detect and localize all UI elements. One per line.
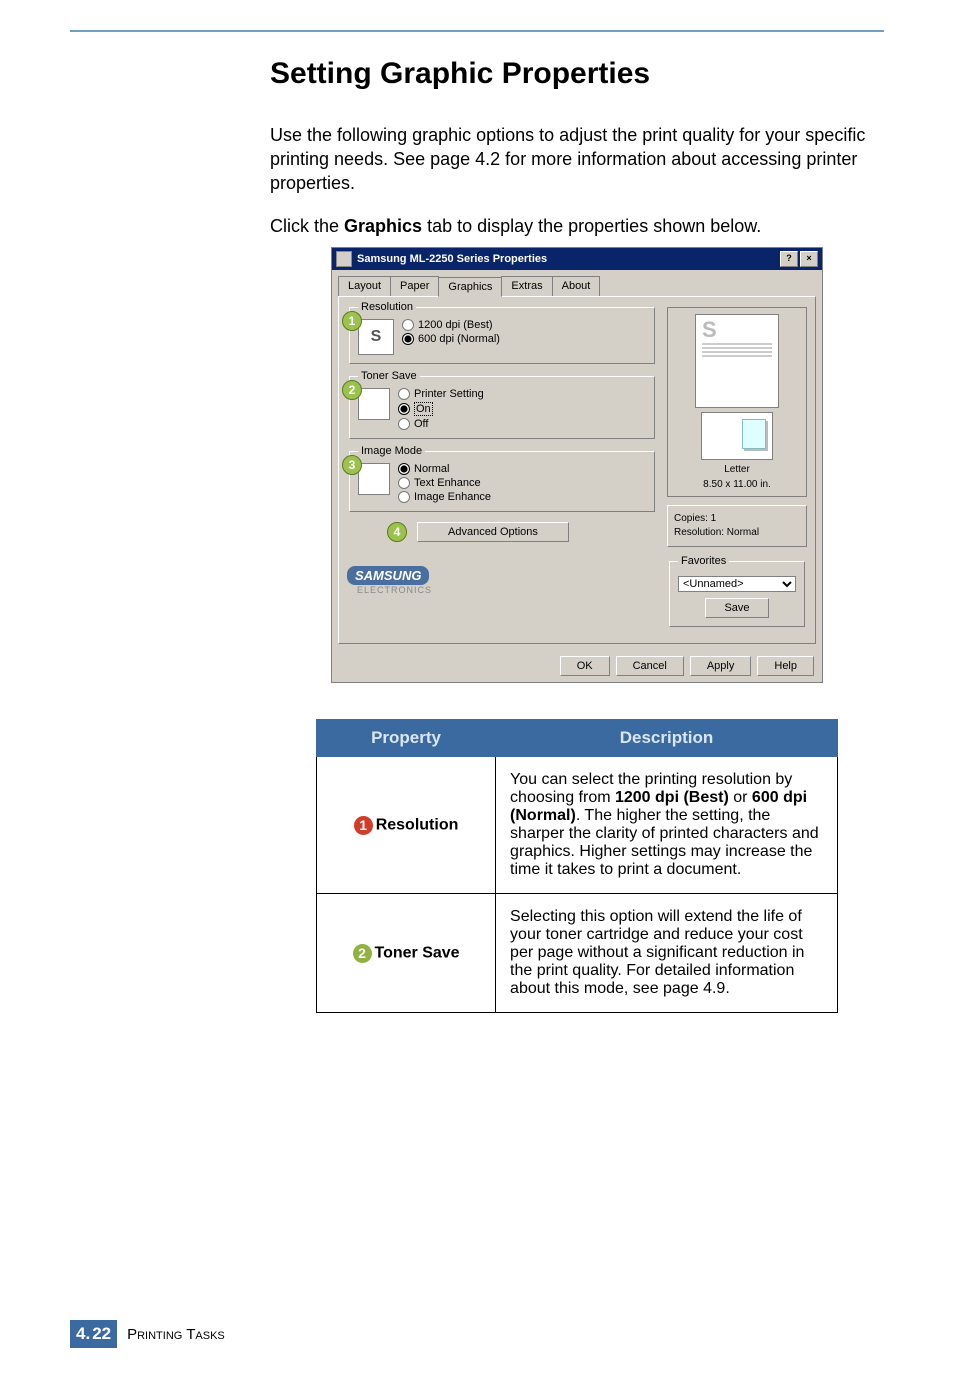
table-row: 1Resolution You can select the printing … (317, 757, 838, 894)
col-description: Description (496, 720, 838, 757)
ok-button[interactable]: OK (560, 656, 610, 676)
help-button[interactable]: ? (780, 251, 798, 267)
page-heading: Setting Graphic Properties (270, 57, 884, 91)
click-post: tab to display the properties shown belo… (422, 216, 761, 236)
toner-thumb-icon (358, 388, 390, 420)
legend-toner: Toner Save (358, 370, 420, 382)
col-property: Property (317, 720, 496, 757)
table-row: 2Toner Save Selecting this option will e… (317, 894, 838, 1013)
favorites-select[interactable]: <Unnamed> (678, 576, 796, 592)
dialog-panel: 1 Resolution S 1200 dpi (Best) 600 dpi (… (338, 296, 816, 644)
radio-off[interactable]: Off (398, 418, 484, 430)
tab-paper[interactable]: Paper (390, 276, 439, 296)
preview-paper-size: 8.50 x 11.00 in. (703, 479, 771, 490)
dialog-button-row: OK Cancel Apply Help (332, 650, 822, 682)
page-footer: 4.22 Printing Tasks (70, 1320, 225, 1348)
callout-3: 3 (342, 455, 362, 475)
samsung-sublogo: ELECTRONICS (357, 585, 657, 595)
advanced-options-button[interactable]: Advanced Options (417, 522, 569, 542)
resolution-thumb-icon: S (358, 319, 394, 355)
prop-resolution-desc: You can select the printing resolution b… (496, 757, 838, 894)
callout-4: 4 (387, 522, 407, 542)
preview-page-2 (701, 412, 773, 460)
row1-number-icon: 1 (354, 816, 373, 835)
prop-resolution-name: 1Resolution (317, 757, 496, 894)
radio-text-enhance[interactable]: Text Enhance (398, 477, 491, 489)
callout-1: 1 (342, 311, 362, 331)
close-button[interactable]: × (800, 251, 818, 267)
tab-graphics[interactable]: Graphics (438, 277, 502, 297)
table-header-row: Property Description (317, 720, 838, 757)
preview-info: Copies: 1 Resolution: Normal (667, 505, 807, 547)
group-resolution: 1 Resolution S 1200 dpi (Best) 600 dpi (… (349, 301, 655, 364)
properties-dialog: Samsung ML-2250 Series Properties ? × La… (331, 247, 823, 683)
favorites-save-button[interactable]: Save (705, 598, 768, 618)
radio-normal[interactable]: Normal (398, 463, 491, 475)
preview-copies: Copies: 1 (674, 512, 800, 526)
radio-600dpi[interactable]: 600 dpi (Normal) (402, 333, 500, 345)
tab-extras[interactable]: Extras (501, 276, 552, 296)
tab-about[interactable]: About (552, 276, 601, 296)
radio-printer-setting[interactable]: Printer Setting (398, 388, 484, 400)
samsung-logo: SAMSUNG (347, 566, 429, 585)
header-rule (70, 30, 884, 32)
click-instruction: Click the Graphics tab to display the pr… (270, 215, 884, 239)
click-pre: Click the (270, 216, 344, 236)
radio-image-enhance[interactable]: Image Enhance (398, 491, 491, 503)
legend-image-mode: Image Mode (358, 445, 425, 457)
callout-2: 2 (342, 380, 362, 400)
prop-toner-name: 2Toner Save (317, 894, 496, 1013)
dialog-title: Samsung ML-2250 Series Properties (357, 253, 547, 265)
preview-page-1: S (695, 314, 779, 408)
preview-area: S Letter 8.50 x 11.00 in. (667, 307, 807, 497)
preview-resolution: Resolution: Normal (674, 526, 800, 540)
app-icon (336, 251, 352, 267)
footer-section-label: Printing Tasks (127, 1326, 225, 1343)
prop-toner-desc: Selecting this option will extend the li… (496, 894, 838, 1013)
legend-resolution: Resolution (358, 301, 416, 313)
group-toner-save: 2 Toner Save Printer Setting On Off (349, 370, 655, 439)
tab-layout[interactable]: Layout (338, 276, 391, 296)
group-image-mode: 3 Image Mode Normal Text Enhance Image E… (349, 445, 655, 512)
group-favorites: Favorites <Unnamed> Save (669, 555, 805, 627)
image-mode-thumb-icon (358, 463, 390, 495)
row2-number-icon: 2 (353, 944, 372, 963)
apply-button[interactable]: Apply (690, 656, 752, 676)
help-dialog-button[interactable]: Help (757, 656, 814, 676)
tab-strip: Layout Paper Graphics Extras About (332, 270, 822, 296)
radio-1200dpi[interactable]: 1200 dpi (Best) (402, 319, 500, 331)
intro-paragraph: Use the following graphic options to adj… (270, 124, 884, 195)
dialog-titlebar: Samsung ML-2250 Series Properties ? × (332, 248, 822, 270)
click-bold: Graphics (344, 216, 422, 236)
radio-on[interactable]: On (398, 402, 484, 416)
preview-paper-name: Letter (724, 464, 750, 475)
property-table: Property Description 1Resolution You can… (316, 719, 838, 1013)
footer-chapter-box: 4.22 (70, 1320, 117, 1348)
cancel-button[interactable]: Cancel (616, 656, 684, 676)
legend-favorites: Favorites (678, 555, 729, 567)
